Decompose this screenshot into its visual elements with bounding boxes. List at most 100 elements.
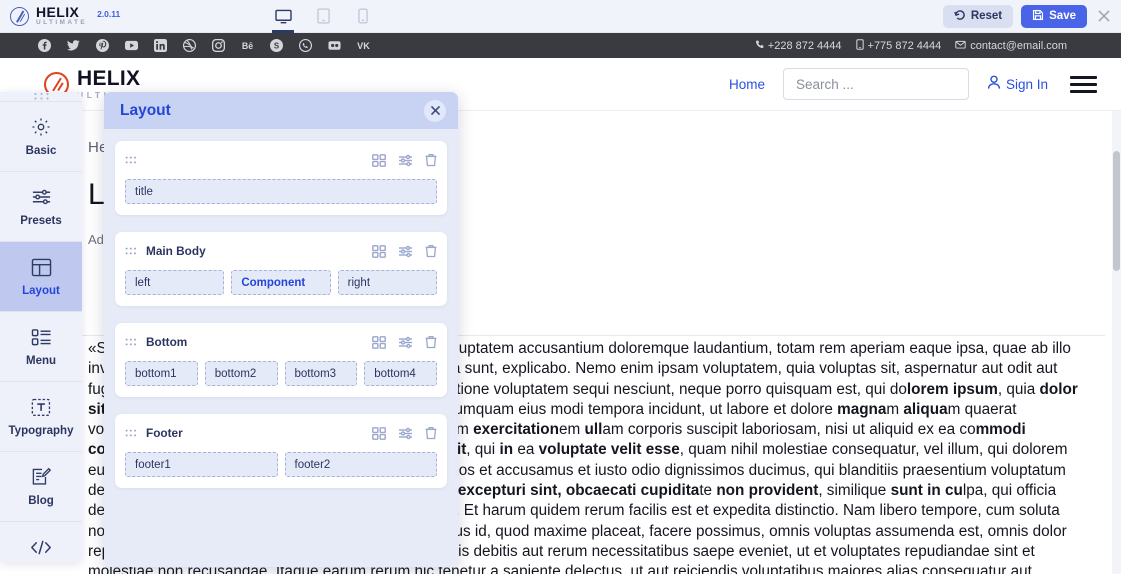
nav-link-home[interactable]: Home [729, 77, 765, 92]
dribbble-icon[interactable] [183, 39, 196, 52]
site-nav: Home Sign In [729, 68, 1097, 100]
sidebar-item-menu[interactable]: Menu [0, 312, 82, 382]
phone-icon [755, 39, 764, 53]
layout-section-header: Main Body [125, 241, 437, 261]
layout-section-name: Main Body [146, 244, 206, 258]
layout-block[interactable]: left [125, 270, 225, 295]
contact-phone-2[interactable]: +775 872 4444 [855, 38, 941, 53]
layout-block-row: title [125, 179, 437, 204]
trash-icon[interactable] [425, 244, 437, 258]
layout-block[interactable]: footer2 [284, 452, 437, 477]
pinterest-icon[interactable] [96, 39, 109, 52]
section-drag-handle[interactable] [125, 156, 141, 165]
envelope-icon [955, 39, 966, 53]
settings-icon[interactable] [398, 245, 413, 258]
sidebar-item-presets[interactable]: Presets [0, 172, 82, 242]
layout-block[interactable]: footer1 [125, 452, 278, 477]
svg-text:VK: VK [357, 41, 370, 51]
search-input[interactable] [782, 68, 969, 100]
mobile-view-button[interactable] [350, 0, 376, 33]
whatsapp-icon[interactable] [299, 39, 312, 52]
settings-icon[interactable] [398, 427, 413, 440]
vk-icon[interactable]: VK [357, 39, 370, 52]
sign-in-button[interactable]: Sign In [987, 75, 1048, 93]
device-preview-switcher [270, 0, 376, 33]
layout-block[interactable]: title [125, 179, 437, 204]
hamburger-menu-icon[interactable] [1070, 75, 1097, 93]
layout-section-header: Footer [125, 423, 437, 443]
layout-block-row: footer1 footer2 [125, 452, 437, 477]
layout-block[interactable]: bottom4 [364, 361, 437, 386]
layout-section-card: Main Body left Component right [115, 232, 447, 306]
save-button[interactable]: Save [1021, 4, 1087, 28]
builder-brand-text: HELIX ULTIMATE [36, 5, 87, 27]
builder-logo: HELIX ULTIMATE 2.0.11 [0, 5, 120, 27]
youtube-icon[interactable] [125, 39, 138, 52]
columns-icon[interactable] [372, 335, 386, 349]
columns-icon[interactable] [372, 426, 386, 440]
columns-icon[interactable] [372, 153, 386, 167]
section-drag-handle[interactable] [125, 338, 141, 347]
section-actions [372, 426, 437, 440]
sidebar-item-typography[interactable]: Typography [0, 382, 82, 452]
reset-icon [954, 9, 966, 24]
reset-button[interactable]: Reset [942, 4, 1014, 28]
sidebar-item-label: Blog [28, 495, 54, 507]
linkedin-icon[interactable] [154, 39, 167, 52]
layout-block-row: bottom1 bottom2 bottom3 bottom4 [125, 361, 437, 386]
behance-icon[interactable]: Bē [241, 39, 254, 52]
sidebar-item-label: Presets [20, 215, 62, 227]
app-root: Helix Ultimate Lorem ipsum dolor sit ame… [0, 0, 1121, 574]
sidebar-drag-handle[interactable] [0, 92, 82, 102]
typography-icon [31, 396, 51, 418]
layout-block[interactable]: bottom1 [125, 361, 198, 386]
desktop-view-button[interactable] [270, 0, 296, 33]
skype-icon[interactable]: S [270, 39, 283, 52]
settings-icon[interactable] [398, 154, 413, 167]
instagram-icon[interactable] [212, 39, 225, 52]
builder-sidebar: Basic Presets Layout Menu Typography Blog Cust… [0, 92, 82, 562]
facebook-icon[interactable] [38, 39, 51, 52]
layout-section-name: Footer [146, 426, 183, 440]
columns-icon[interactable] [372, 244, 386, 258]
sidebar-item-label: Menu [25, 355, 57, 367]
phone-1-value: +228 872 4444 [767, 39, 842, 52]
section-actions [372, 244, 437, 258]
trash-icon[interactable] [425, 426, 437, 440]
layout-block[interactable]: right [337, 270, 437, 295]
layout-section-list: title Main Body left Component right Bottom bo… [104, 129, 458, 500]
contact-email[interactable]: contact@email.com [955, 39, 1067, 53]
social-contact-bar: Bē S VK +228 872 4444 +775 872 4444 contac… [0, 33, 1121, 58]
section-actions [372, 335, 437, 349]
svg-text:S: S [274, 42, 279, 51]
sign-in-label: Sign In [1005, 76, 1048, 92]
contact-phone-1[interactable]: +228 872 4444 [755, 39, 842, 53]
email-value: contact@email.com [970, 39, 1067, 52]
settings-icon[interactable] [398, 336, 413, 349]
sidebar-item-custom-code[interactable]: Custom Code [0, 522, 82, 562]
sidebar-item-blog[interactable]: Blog [0, 452, 82, 522]
social-icon-list: Bē S VK [38, 39, 370, 52]
user-icon [987, 75, 1001, 93]
sidebar-item-layout[interactable]: Layout [0, 242, 82, 312]
builder-toolbar: HELIX ULTIMATE 2.0.11 Reset Save [0, 0, 1121, 33]
section-drag-handle[interactable] [125, 429, 141, 438]
layout-section-card: title [115, 141, 447, 215]
layout-block[interactable]: Component [231, 270, 331, 295]
section-drag-handle[interactable] [125, 247, 141, 256]
page-scrollbar-track[interactable] [1112, 111, 1121, 574]
twitter-icon[interactable] [67, 39, 80, 52]
flickr-icon[interactable] [328, 39, 341, 52]
sidebar-item-basic[interactable]: Basic [0, 102, 82, 172]
layout-panel-close-icon[interactable] [424, 99, 446, 122]
trash-icon[interactable] [425, 153, 437, 167]
trash-icon[interactable] [425, 335, 437, 349]
layout-block[interactable]: bottom2 [204, 361, 278, 386]
tablet-view-button[interactable] [310, 0, 336, 33]
layout-block[interactable]: bottom3 [284, 361, 358, 386]
version-label: 2.0.11 [97, 9, 121, 20]
page-scrollbar-thumb[interactable] [1113, 151, 1120, 271]
layout-section-name: Bottom [146, 335, 188, 349]
layout-panel: Layout title Main Body left Component right B… [104, 92, 458, 567]
close-builder-button[interactable] [1087, 0, 1121, 33]
